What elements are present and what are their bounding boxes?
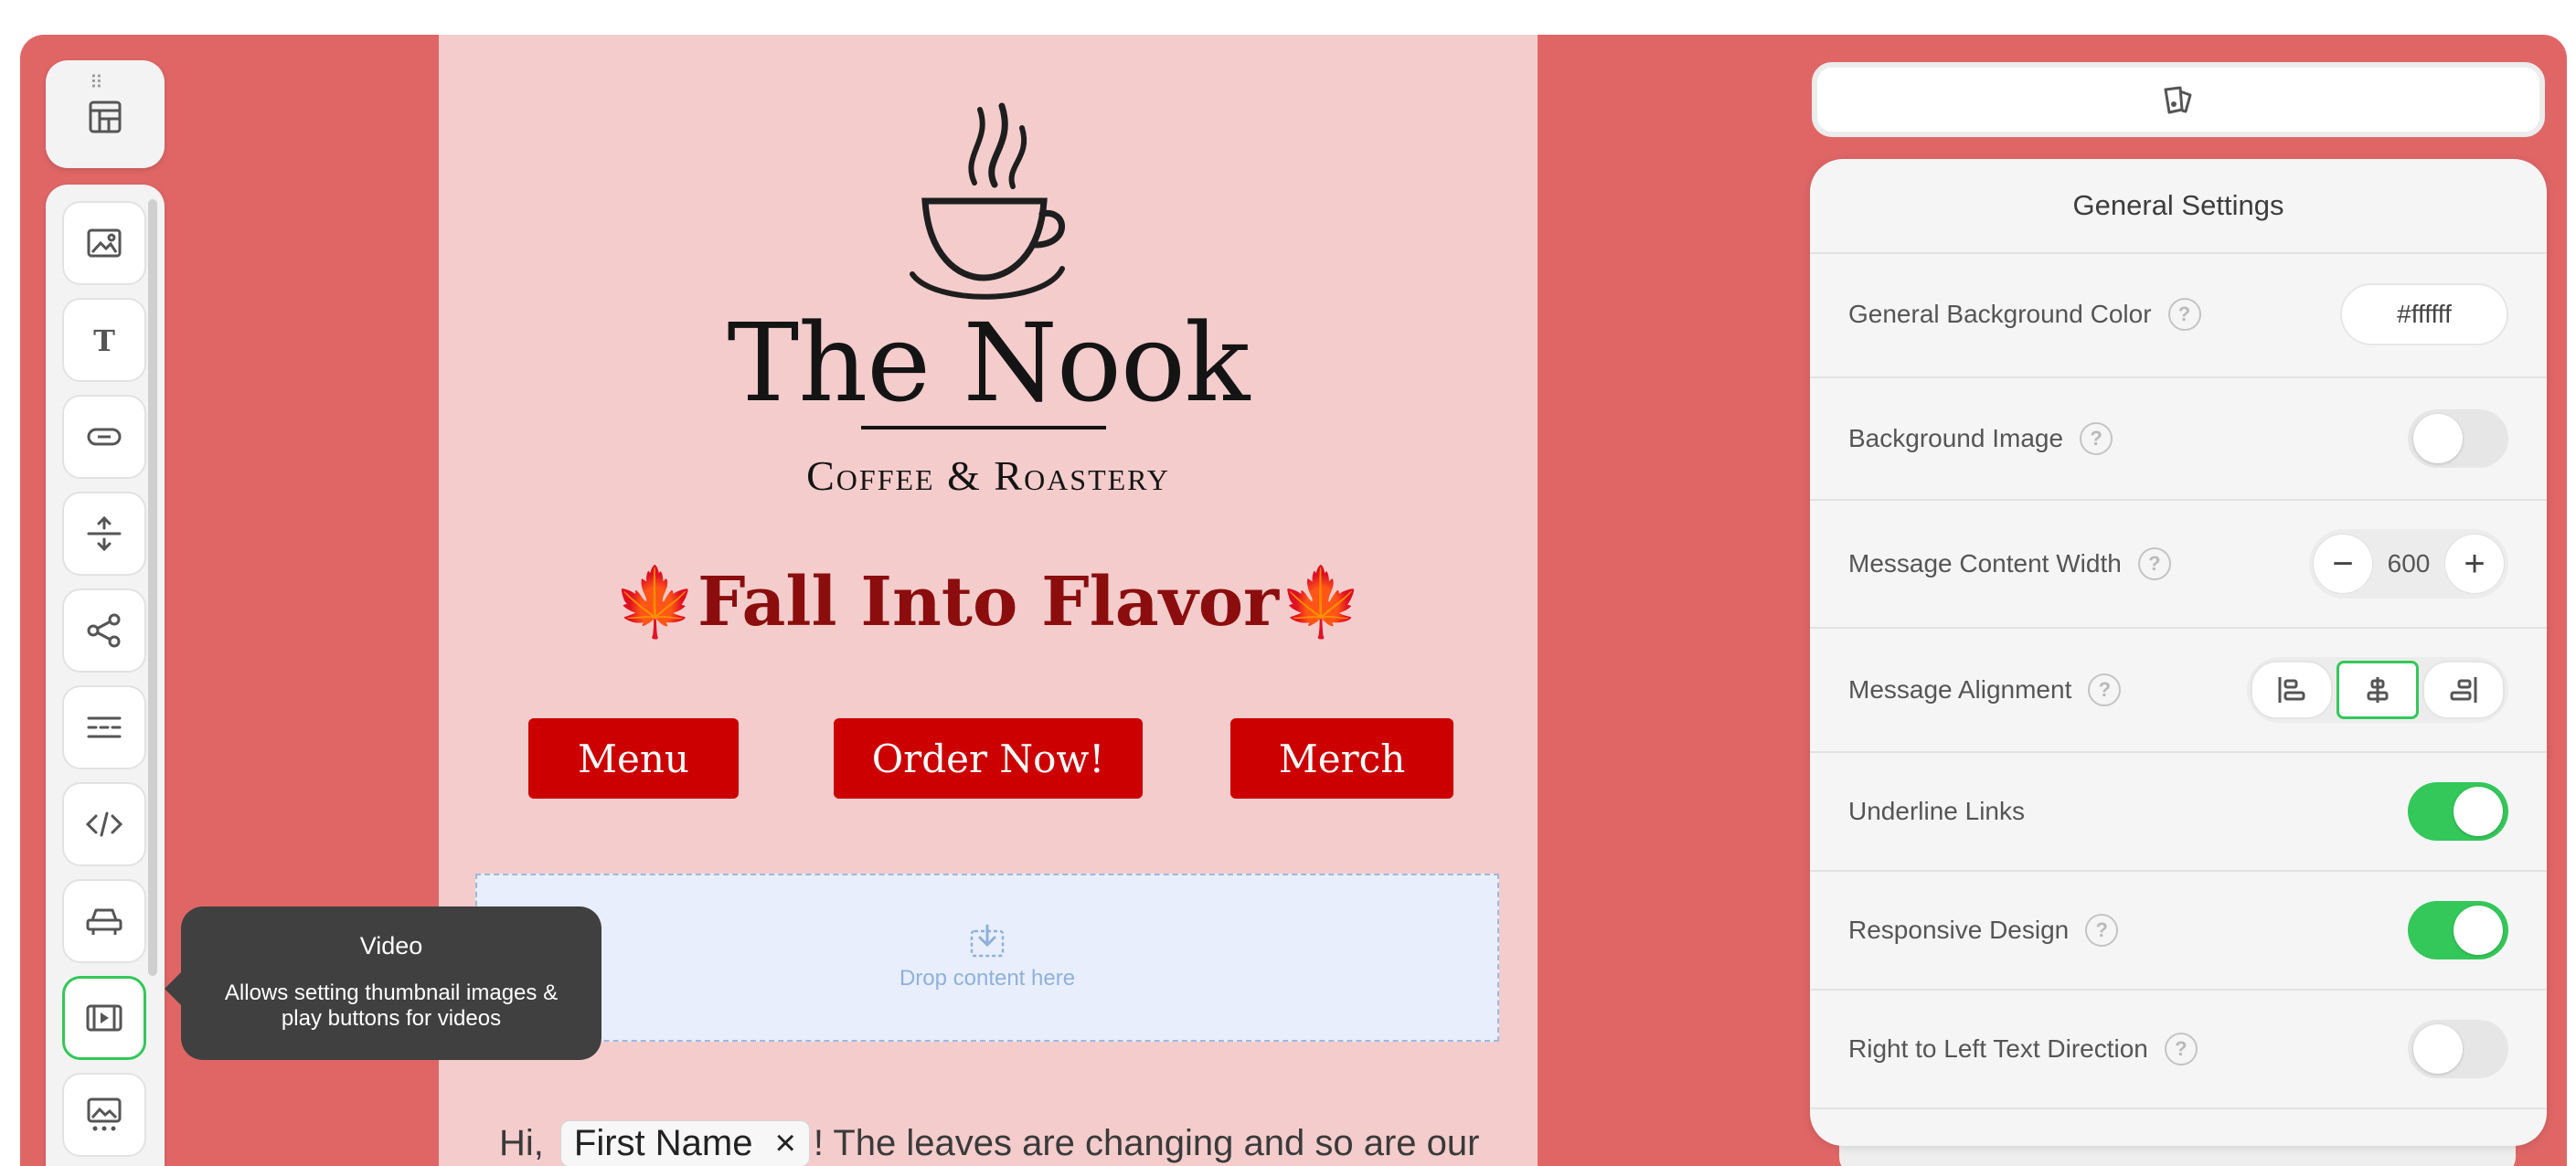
greeting-text: Hi, [499,1123,544,1163]
align-left-icon [2278,677,2305,703]
setting-responsive-design: Responsive Design ? [1810,872,2547,991]
responsive-design-toggle[interactable] [2408,901,2508,959]
text-icon: T [93,324,115,355]
help-icon[interactable]: ? [2085,914,2119,947]
code-icon [85,811,123,837]
alignment-segmented-control [2247,657,2508,723]
align-center-button[interactable] [2336,661,2419,719]
drop-zone-label: Drop content here [899,966,1076,991]
help-icon[interactable]: ? [2088,673,2122,706]
setting-message-alignment: Message Alignment ? [1810,629,2547,753]
styles-tab[interactable] [1812,62,2545,137]
html-block-tool[interactable] [62,782,146,866]
setting-label: Right to Left Text Direction [1848,1034,2148,1063]
email-canvas[interactable]: The Nook Coffee & Roastery 🍁Fall Into Fl… [439,35,1538,1166]
image-carousel-icon [87,1097,122,1131]
layout-template-icon [89,101,122,133]
button-block-tool[interactable] [62,395,146,479]
order-now-button[interactable]: Order Now! [834,718,1143,799]
spacer-block-tool[interactable] [62,492,146,576]
carousel-block-tool[interactable] [62,1073,146,1157]
toolbar-scrollbar[interactable] [148,199,157,976]
coffee-cup-logo-icon [910,102,1065,300]
divider-block-tool[interactable] [62,685,146,769]
tooltip-title: Video [359,932,423,959]
menu-button[interactable]: Menu [528,718,739,799]
body-text[interactable]: Hi, First Name × ! The leaves are changi… [499,1120,1479,1166]
merch-button[interactable]: Merch [1230,718,1453,799]
background-color-input[interactable]: #ffffff [2340,283,2508,345]
logo-divider [861,426,1106,429]
help-icon[interactable]: ? [2164,1033,2198,1065]
setting-underline-links: Underline Links [1810,753,2547,872]
header-block-tool[interactable] [62,879,146,963]
setting-content-width: Message Content Width ? − 600 + [1810,501,2547,629]
merge-tag-label: First Name [573,1123,753,1163]
align-left-button[interactable] [2251,661,2333,719]
image-block-tool[interactable] [62,201,146,285]
button-icon [87,428,122,446]
menu-bar-icon [86,908,122,935]
setting-background-image: Background Image ? [1810,378,2547,501]
setting-background-color: General Background Color ? #ffffff [1810,252,2547,378]
setting-label: General Background Color [1848,300,2152,328]
merge-tag-first-name[interactable]: First Name × [559,1120,810,1166]
toolbar-drag-handle[interactable]: ⠿ [46,60,165,168]
paint-styles-icon [2164,86,2192,114]
align-right-button[interactable] [2422,661,2505,719]
help-icon[interactable]: ? [2137,547,2171,580]
logo-subtitle: Coffee & Roastery [806,452,1170,499]
svg-text:T: T [93,324,115,355]
toggle-knob [2413,1024,2463,1074]
headline[interactable]: 🍁Fall Into Flavor🍁 [439,563,1538,642]
share-icon [87,613,121,648]
rtl-direction-toggle[interactable] [2408,1020,2508,1078]
drop-download-icon [970,924,1005,958]
setting-label: Underline Links [1848,797,2025,825]
increase-width-button[interactable]: + [2444,534,2505,594]
settings-title: General Settings [1810,159,2547,254]
decrease-width-button[interactable]: − [2313,534,2373,594]
toggle-knob [2454,906,2503,955]
help-icon[interactable]: ? [2167,298,2201,331]
general-settings-panel: General Settings General Background Colo… [1810,159,2547,1146]
setting-label: Background Image [1848,424,2064,452]
setting-rtl-direction: Right to Left Text Direction ? [1810,991,2547,1109]
toggle-knob [2454,787,2503,836]
video-block-tool[interactable] [62,976,146,1060]
background-image-toggle[interactable] [2408,409,2508,468]
underline-links-toggle[interactable] [2408,782,2508,841]
align-right-icon [2450,677,2477,703]
spacer-icon [87,515,122,552]
grip-icon[interactable]: ⠿ [90,71,105,94]
video-icon [86,1004,122,1032]
text-block-tool[interactable]: T [62,298,146,382]
drop-zone[interactable]: Drop content here [475,874,1499,1042]
setting-label: Message Content Width [1848,549,2122,578]
logo-title: The Nook [727,300,1251,426]
body-text-continued: ! The leaves are changing and so are our [813,1123,1480,1163]
align-center-icon [2367,677,2389,703]
tooltip-description: Allows setting thumbnail images & play b… [224,980,559,1031]
help-icon[interactable]: ? [2080,422,2113,455]
toggle-knob [2413,414,2463,463]
setting-label: Responsive Design [1848,916,2070,944]
editor-workspace: The Nook Coffee & Roastery 🍁Fall Into Fl… [20,35,2567,1166]
social-block-tool[interactable] [62,588,146,673]
content-width-stepper: − 600 + [2309,529,2508,599]
video-tooltip: Video Allows setting thumbnail images & … [165,906,601,1060]
divider-icon [87,716,122,738]
image-icon [87,228,122,258]
merge-tag-remove-icon[interactable]: × [774,1123,795,1164]
content-width-value[interactable]: 600 [2373,549,2444,578]
setting-label: Message Alignment [1848,675,2072,704]
